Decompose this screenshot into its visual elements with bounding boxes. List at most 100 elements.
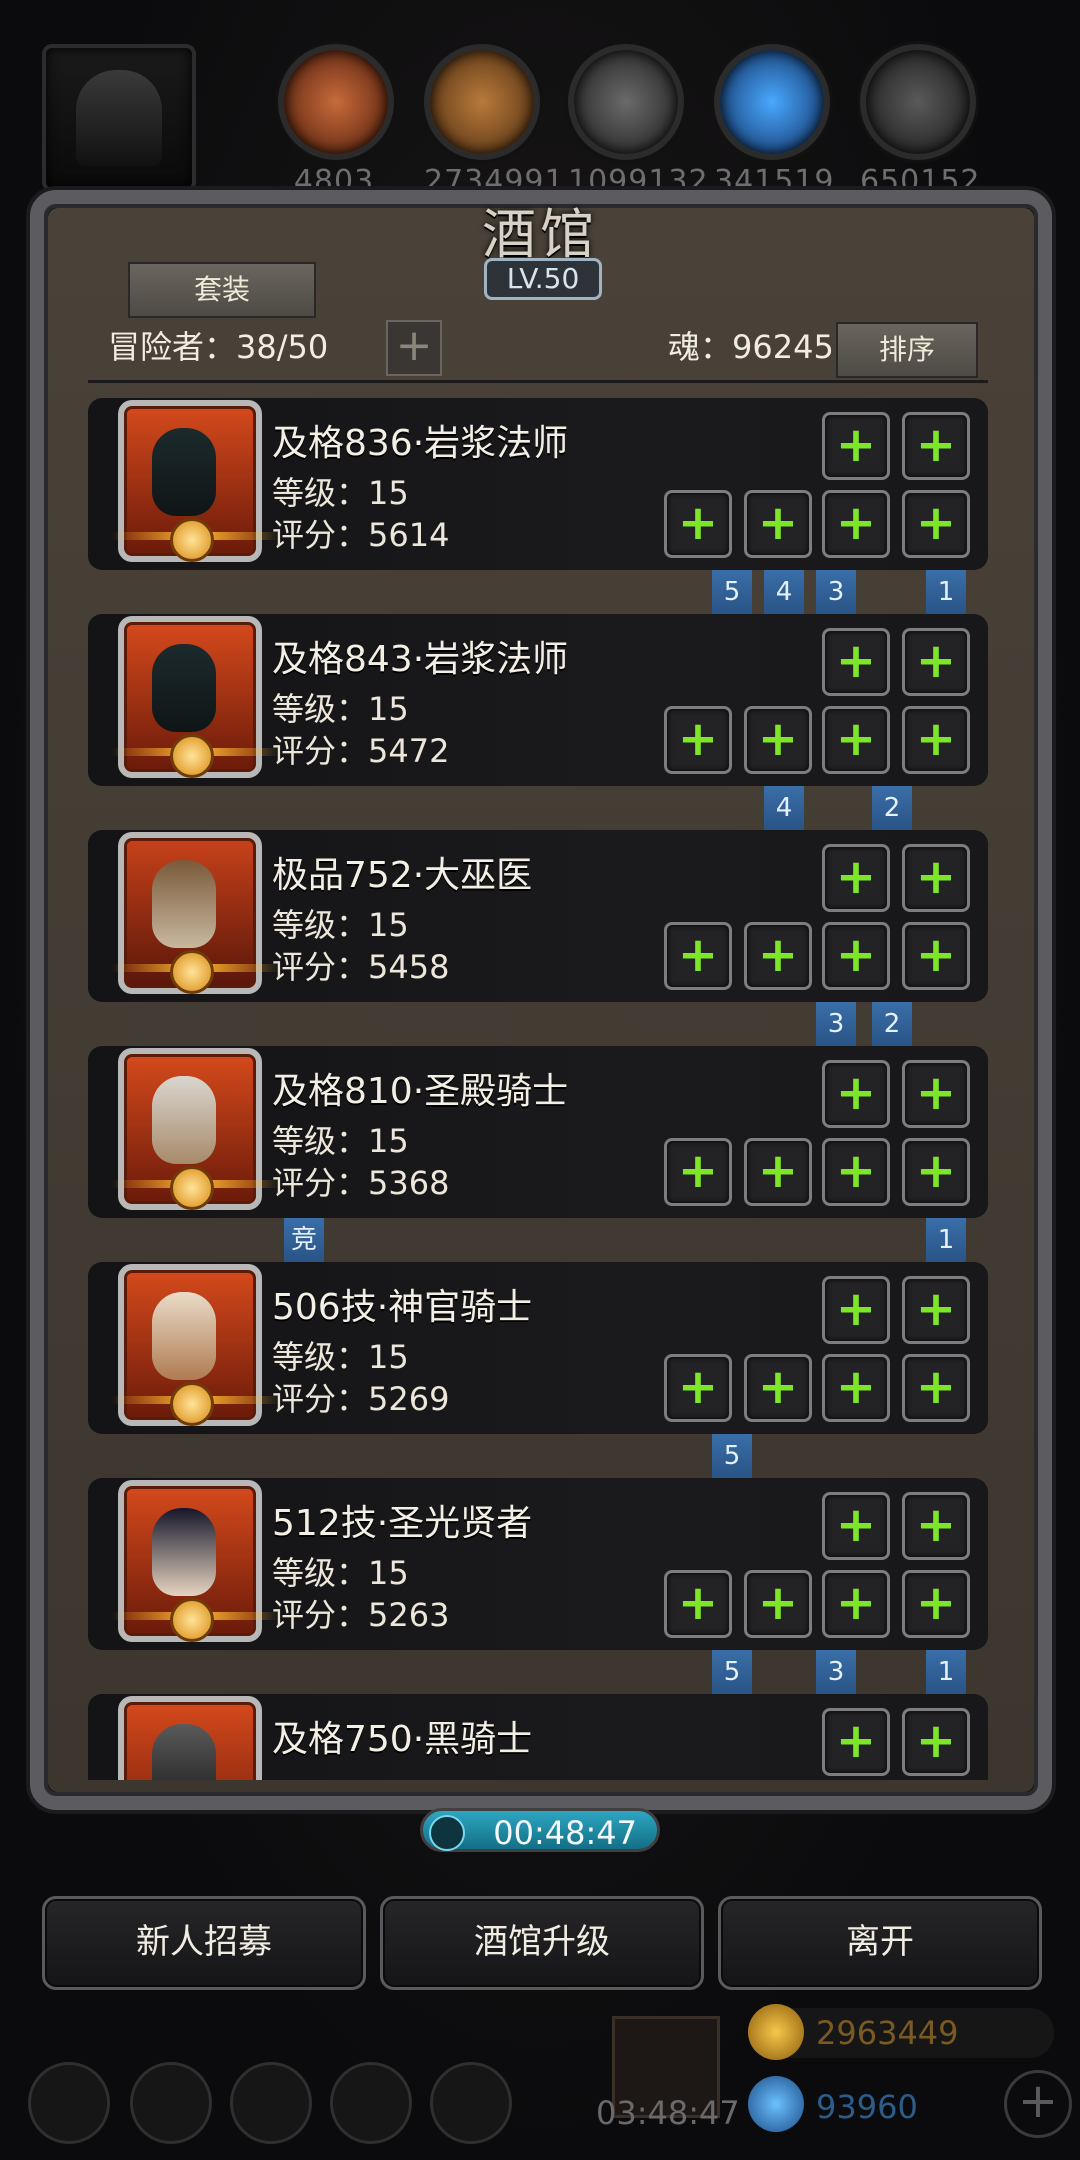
achievement-icon[interactable] — [130, 2062, 212, 2144]
hero-card[interactable]: 极品752·大巫医 等级：15 评分：5458 + + + + + + — [88, 824, 988, 1010]
ring-slot-2[interactable]: + — [902, 1138, 970, 1206]
ring-slot-1[interactable]: + — [822, 1570, 890, 1638]
add-icon: + — [835, 495, 877, 551]
hero-avatar[interactable] — [112, 832, 280, 994]
add-icon: + — [835, 417, 877, 473]
add-icon: + — [915, 927, 957, 983]
weapon-slot[interactable]: + — [664, 1354, 732, 1422]
weapon-slot[interactable]: + — [664, 1138, 732, 1206]
hero-avatar[interactable] — [112, 1264, 280, 1426]
resource-meat[interactable]: 4803 — [278, 44, 394, 199]
expand-capacity-button[interactable]: + — [386, 320, 442, 376]
settings-icon[interactable] — [28, 2062, 110, 2144]
add-icon: + — [835, 1065, 877, 1121]
accessory-slot-2[interactable]: + — [902, 1492, 970, 1560]
crystal-icon — [714, 44, 830, 160]
add-icon: + — [915, 1359, 957, 1415]
accessory-slot-1[interactable]: + — [822, 1276, 890, 1344]
tavern-level-badge: LV.50 — [484, 258, 602, 300]
quest-icon[interactable] — [430, 2062, 512, 2144]
hero-name: 及格750·黑骑士 — [272, 1719, 533, 1760]
add-icon: + — [835, 633, 877, 689]
resource-stone[interactable]: 650152 — [860, 44, 980, 199]
recruit-button[interactable]: 新人招募 — [42, 1896, 366, 1990]
accessory-slot-2[interactable]: + — [902, 628, 970, 696]
ring-slot-1[interactable]: + — [822, 490, 890, 558]
castle-icon[interactable] — [230, 2062, 312, 2144]
armor-slot[interactable]: + — [744, 1354, 812, 1422]
accessory-slot-1[interactable]: + — [822, 412, 890, 480]
rank-medal-icon — [170, 518, 214, 562]
hero-card[interactable]: 506技·神官骑士 等级：15 评分：5269 + + + + + + — [88, 1256, 988, 1442]
ring-slot-1[interactable]: + — [822, 1354, 890, 1422]
hero-avatar[interactable] — [118, 1696, 262, 1780]
accessory-slot-1[interactable]: + — [822, 1060, 890, 1128]
hero-score: 评分：5269 — [272, 1380, 450, 1418]
armor-slot[interactable]: + — [744, 922, 812, 990]
hero-score: 评分：5458 — [272, 948, 450, 986]
ring-slot-1[interactable]: + — [822, 1138, 890, 1206]
add-icon: + — [835, 927, 877, 983]
armor-slot[interactable]: + — [744, 1138, 812, 1206]
clock-icon — [429, 1815, 465, 1851]
hero-card[interactable]: 及格843·岩浆法师 等级：15 评分：5472 + + + + + + — [88, 608, 988, 794]
armor-slot[interactable]: + — [744, 1570, 812, 1638]
hero-card[interactable]: 512技·圣光贤者 等级：15 评分：5263 + + + + + + — [88, 1472, 988, 1658]
hero-avatar[interactable] — [112, 1480, 280, 1642]
armor-slot[interactable]: + — [744, 490, 812, 558]
meat-icon — [278, 44, 394, 160]
ring-slot-2[interactable]: + — [902, 490, 970, 558]
add-currency-button[interactable]: + — [1004, 2070, 1072, 2138]
suit-button[interactable]: 套装 — [128, 262, 316, 318]
accessory-slot-2[interactable]: + — [902, 412, 970, 480]
accessory-slot-2[interactable]: + — [902, 844, 970, 912]
mail-icon[interactable] — [330, 2062, 412, 2144]
hero-avatar[interactable] — [112, 400, 280, 562]
accessory-slot-2[interactable]: + — [902, 1060, 970, 1128]
add-icon: + — [757, 495, 799, 551]
leave-button[interactable]: 离开 — [718, 1896, 1042, 1990]
weapon-slot[interactable]: + — [664, 1570, 732, 1638]
ring-slot-1[interactable]: + — [822, 922, 890, 990]
stone-icon — [860, 44, 976, 160]
resource-wood[interactable]: 2734991 — [424, 44, 564, 199]
ring-slot-2[interactable]: + — [902, 1354, 970, 1422]
armor-slot[interactable]: + — [744, 706, 812, 774]
resource-iron[interactable]: 1099132 — [568, 44, 708, 199]
hero-avatar[interactable] — [112, 1048, 280, 1210]
resource-crystal[interactable]: 341519 — [714, 44, 834, 199]
refresh-timer: 00:48:47 — [420, 1808, 660, 1852]
add-icon: + — [677, 1575, 719, 1631]
divider — [88, 380, 988, 383]
hero-level: 等级：15 — [272, 474, 409, 512]
accessory-slot-1[interactable]: + — [822, 1708, 890, 1776]
accessory-slot-1[interactable]: + — [822, 628, 890, 696]
accessory-slot-1[interactable]: + — [822, 844, 890, 912]
hero-avatar[interactable] — [112, 616, 280, 778]
sort-button[interactable]: 排序 — [836, 322, 978, 378]
ring-slot-2[interactable]: + — [902, 1570, 970, 1638]
hero-list[interactable]: 及格836·岩浆法师 等级：15 评分：5614 + + + + + + 5 4… — [88, 392, 1000, 1780]
hero-score: 评分：5368 — [272, 1164, 450, 1202]
ring-slot-2[interactable]: + — [902, 922, 970, 990]
rank-medal-icon — [170, 1166, 214, 1210]
add-icon: + — [915, 495, 957, 551]
ring-slot-2[interactable]: + — [902, 706, 970, 774]
add-icon: + — [915, 849, 957, 905]
hero-portrait — [152, 1076, 216, 1164]
hero-level: 等级：15 — [272, 1554, 409, 1592]
accessory-slot-2[interactable]: + — [902, 1276, 970, 1344]
hero-card[interactable]: 及格750·黑骑士 + + — [88, 1688, 988, 1780]
weapon-slot[interactable]: + — [664, 706, 732, 774]
add-icon: + — [757, 711, 799, 767]
hero-card[interactable]: 及格836·岩浆法师 等级：15 评分：5614 + + + + + + — [88, 392, 988, 578]
ring-slot-1[interactable]: + — [822, 706, 890, 774]
accessory-slot-1[interactable]: + — [822, 1492, 890, 1560]
accessory-slot-2[interactable]: + — [902, 1708, 970, 1776]
hero-card[interactable]: 及格810·圣殿骑士 等级：15 评分：5368 + + + + + + — [88, 1040, 988, 1226]
upgrade-tavern-button[interactable]: 酒馆升级 — [380, 1896, 704, 1990]
player-avatar[interactable] — [42, 44, 196, 192]
weapon-slot[interactable]: + — [664, 490, 732, 558]
weapon-slot[interactable]: + — [664, 922, 732, 990]
rank-medal-icon — [170, 1598, 214, 1642]
